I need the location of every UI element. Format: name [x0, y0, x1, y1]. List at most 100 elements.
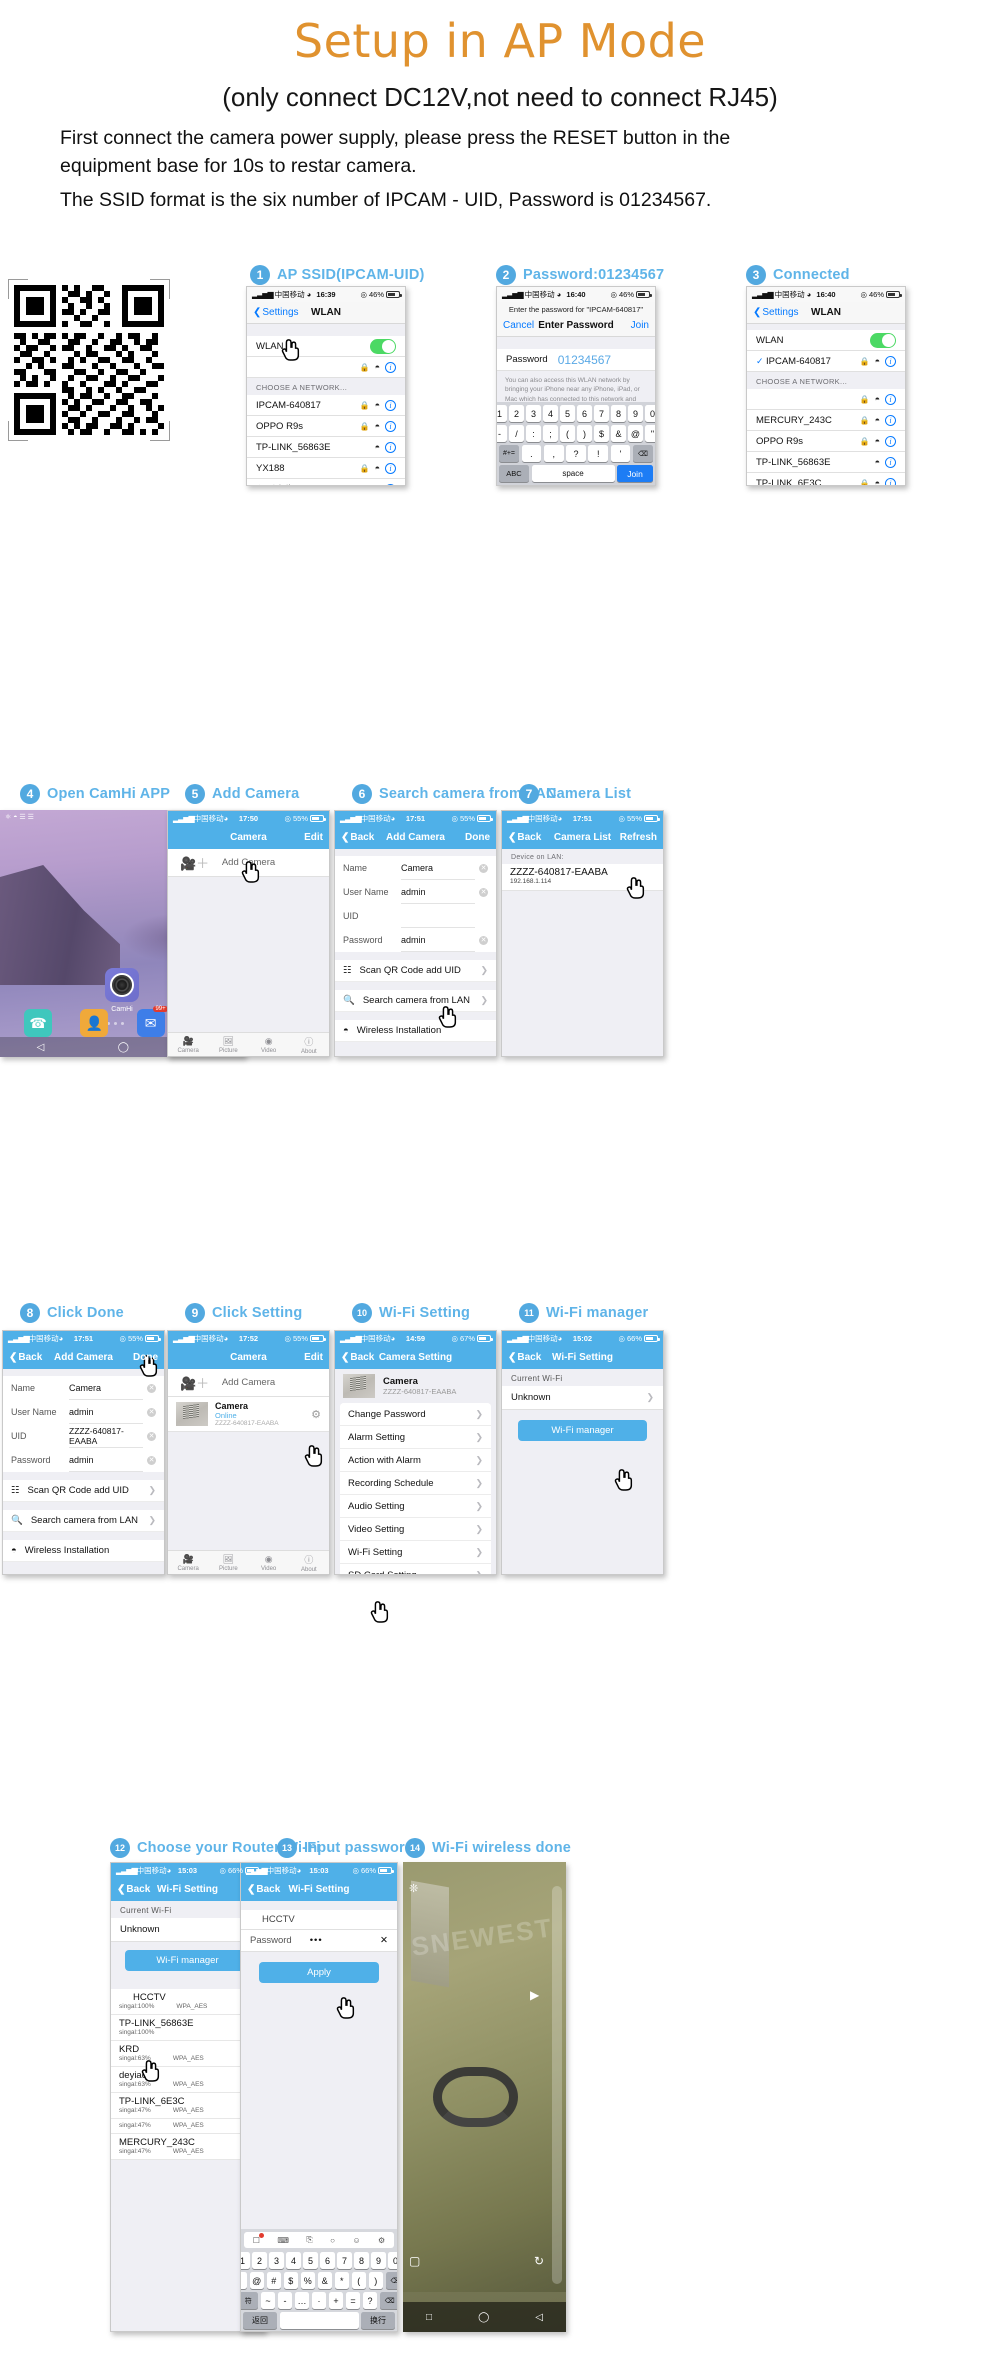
tab-video[interactable]: ◉ Video: [249, 1551, 289, 1574]
info-icon[interactable]: i: [385, 462, 396, 474]
key-symbols[interactable]: #+=: [499, 445, 519, 462]
password-value[interactable]: •••: [310, 1935, 323, 1946]
home-nav-icon[interactable]: ◯: [478, 2312, 489, 2323]
key-0[interactable]: 0: [645, 405, 655, 422]
key-hash[interactable]: #: [266, 2272, 281, 2289]
clear-icon[interactable]: ✕: [479, 863, 488, 873]
clear-icon[interactable]: ✕: [147, 1455, 156, 1465]
back-button[interactable]: ❮ Back: [341, 832, 374, 843]
wlan-toggle-row[interactable]: WLAN: [247, 336, 405, 357]
back-button[interactable]: ❮ Back: [508, 1352, 541, 1363]
back-button[interactable]: ❮ Back: [341, 1352, 374, 1363]
back-nav-icon[interactable]: ◁: [37, 1042, 45, 1053]
password-field-input[interactable]: admin: [401, 928, 475, 952]
username-field-row[interactable]: User Name admin ✕: [335, 880, 496, 904]
network-row-mercury[interactable]: MERCURY_243C 🔒 ◓ i: [747, 410, 905, 431]
back-button[interactable]: ❮ Back: [117, 1884, 150, 1895]
phone-app-icon[interactable]: ☎: [24, 1009, 53, 1037]
keyboard[interactable]: ☐ ⌨ ⎘ ○ ☺ ⚙ 1 2 3 4 5 6 7 8 9 0 ! @ # $ …: [241, 2229, 397, 2331]
wireless-install-row[interactable]: ◓ Wireless Installation: [3, 1540, 164, 1562]
current-network-row[interactable]: 🔒 ◓ i: [247, 357, 405, 378]
capture-icon[interactable]: ▢: [409, 2254, 423, 2268]
edit-button[interactable]: Edit: [304, 1352, 323, 1363]
menu-audio-setting[interactable]: Audio Setting ❯: [340, 1495, 491, 1518]
key-slash[interactable]: /: [509, 425, 524, 442]
info-icon[interactable]: i: [885, 414, 896, 426]
info-icon[interactable]: i: [885, 355, 896, 367]
key-3[interactable]: 3: [526, 405, 541, 422]
back-button[interactable]: ❮ Back: [247, 1884, 280, 1895]
key-symbols[interactable]: 符: [241, 2292, 259, 2309]
key-ellipsis[interactable]: …: [294, 2292, 310, 2309]
network-row-oppo[interactable]: OPPO R9s 🔒 ◓ i: [747, 431, 905, 452]
key-percent[interactable]: %: [300, 2272, 315, 2289]
camhi-app-icon[interactable]: [105, 968, 139, 1002]
join-button[interactable]: Join: [631, 320, 649, 331]
network-row-blank[interactable]: 🔒 ◓ i: [747, 389, 905, 410]
uid-field-row[interactable]: UID ZZZZ-640817-EAABA ✕: [3, 1424, 164, 1448]
menu-video-setting[interactable]: Video Setting ❯: [340, 1518, 491, 1541]
wlan-toggle-row[interactable]: WLAN: [747, 330, 905, 351]
info-icon[interactable]: i: [385, 361, 396, 373]
info-icon[interactable]: i: [885, 393, 896, 405]
name-field-row[interactable]: Name Camera ✕: [3, 1376, 164, 1400]
key-dollar[interactable]: $: [283, 2272, 298, 2289]
tab-camera[interactable]: 🎥 Camera: [168, 1033, 208, 1056]
name-field-input[interactable]: Camera: [401, 856, 475, 880]
key-9[interactable]: 9: [628, 405, 643, 422]
key-at[interactable]: @: [628, 425, 643, 442]
key-semicolon[interactable]: ;: [543, 425, 558, 442]
key-1[interactable]: 1: [241, 2252, 250, 2269]
key-equals[interactable]: =: [345, 2292, 361, 2309]
info-icon[interactable]: i: [385, 420, 396, 432]
menu-wifi-setting[interactable]: Wi-Fi Setting ❯: [340, 1541, 491, 1564]
clipboard-icon[interactable]: ⎘: [306, 2235, 312, 2245]
settings-icon[interactable]: ⚙: [378, 2236, 385, 2245]
menu-alarm-setting[interactable]: Alarm Setting ❯: [340, 1426, 491, 1449]
password-field-input[interactable]: admin: [69, 1448, 143, 1472]
recents-nav-icon[interactable]: □: [426, 2312, 432, 2323]
password-row[interactable]: Password ••• ✕: [241, 1930, 397, 1952]
username-field-input[interactable]: admin: [401, 880, 475, 904]
network-row-yx188[interactable]: YX188 🔒 ◓ i: [247, 458, 405, 479]
password-value[interactable]: 01234567: [558, 353, 611, 367]
scan-qr-row[interactable]: ☷ Scan QR Code add UID ❯: [335, 960, 496, 982]
key-space[interactable]: [279, 2312, 359, 2329]
key-9[interactable]: 9: [371, 2252, 386, 2269]
back-button[interactable]: ❮ Back: [508, 832, 541, 843]
done-button[interactable]: Done: [465, 832, 490, 843]
sticker-icon[interactable]: ☐: [253, 2232, 264, 2245]
clear-icon[interactable]: ✕: [479, 935, 488, 945]
keyboard-toolbar[interactable]: ☐ ⌨ ⎘ ○ ☺ ⚙: [244, 2232, 394, 2248]
name-field-input[interactable]: Camera: [69, 1376, 143, 1400]
tab-video[interactable]: ◉ Video: [249, 1033, 289, 1056]
key-3[interactable]: 3: [269, 2252, 284, 2269]
network-row-tplink56863e[interactable]: TP-LINK_56863E ◓ i: [747, 452, 905, 473]
search-lan-row[interactable]: 🔍 Search camera from LAN ❯: [335, 990, 496, 1012]
key-paren-open[interactable]: (: [560, 425, 575, 442]
key-plus[interactable]: +: [328, 2292, 344, 2309]
key-6[interactable]: 6: [320, 2252, 335, 2269]
key-question[interactable]: ?: [362, 2292, 378, 2309]
uid-field-input[interactable]: [401, 904, 475, 928]
key-dollar[interactable]: $: [594, 425, 609, 442]
search-lan-row[interactable]: 🔍 Search camera from LAN ❯: [3, 1510, 164, 1532]
tab-about[interactable]: ⓘ About: [289, 1551, 329, 1574]
wireless-install-row[interactable]: ◓ Wireless Installation: [335, 1020, 496, 1042]
key-colon[interactable]: :: [526, 425, 541, 442]
key-join[interactable]: Join: [617, 465, 653, 482]
key-exclaim[interactable]: !: [588, 445, 609, 462]
key-exclaim[interactable]: !: [241, 2272, 247, 2289]
add-camera-row[interactable]: 🎥＋ Add Camera: [168, 849, 329, 877]
clear-icon[interactable]: ✕: [147, 1407, 156, 1417]
uid-field-row[interactable]: UID ✕: [335, 904, 496, 928]
keyboard[interactable]: 1 2 3 4 5 6 7 8 9 0 - / : ; ( ) $ & @ " …: [497, 402, 655, 485]
emoji-icon[interactable]: ☺: [352, 2236, 360, 2245]
key-4[interactable]: 4: [543, 405, 558, 422]
key-question[interactable]: ?: [566, 445, 586, 462]
tab-about[interactable]: ⓘ About: [289, 1033, 329, 1056]
key-5[interactable]: 5: [303, 2252, 318, 2269]
username-field-input[interactable]: admin: [69, 1400, 143, 1424]
key-return-cn[interactable]: 返回: [243, 2312, 277, 2329]
scan-qr-row[interactable]: ☷ Scan QR Code add UID ❯: [3, 1480, 164, 1502]
